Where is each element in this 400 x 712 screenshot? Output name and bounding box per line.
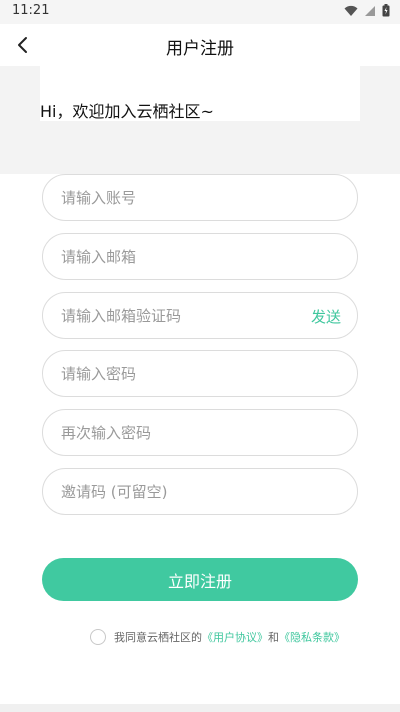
privacy-policy-link[interactable]: 《隐私条款》 — [279, 629, 345, 645]
greeting-text: Hi，欢迎加入云栖社区~ — [40, 102, 214, 121]
email-field — [42, 233, 358, 280]
wifi-icon — [344, 5, 358, 16]
password-field — [42, 350, 358, 397]
account-field — [42, 174, 358, 221]
agreement-conjunction: 和 — [268, 631, 279, 644]
password-input[interactable] — [61, 351, 301, 396]
status-time: 11:21 — [12, 3, 50, 18]
email-code-input[interactable] — [61, 293, 301, 338]
account-input[interactable] — [61, 175, 301, 220]
email-code-field: 发送 — [42, 292, 358, 339]
battery-icon — [382, 4, 390, 17]
email-input[interactable] — [61, 234, 301, 279]
user-agreement-link[interactable]: 《用户协议》 — [202, 629, 268, 645]
agreement-prefix: 我同意云栖社区的 — [114, 631, 202, 644]
confirm-password-input[interactable] — [61, 410, 301, 455]
invite-code-field — [42, 468, 358, 515]
send-code-button[interactable]: 发送 — [311, 306, 341, 327]
nav-bar — [0, 704, 400, 712]
welcome-banner: Hi，欢迎加入云栖社区~ — [0, 66, 400, 174]
register-button[interactable]: 立即注册 — [42, 558, 358, 601]
app-header: 用户注册 — [0, 24, 400, 66]
agree-checkbox[interactable] — [90, 629, 106, 645]
page-title: 用户注册 — [166, 39, 234, 59]
confirm-password-field — [42, 409, 358, 456]
agreement-row: 我同意云栖社区的 《用户协议》 和 《隐私条款》 — [90, 629, 345, 645]
signal-icon — [365, 5, 375, 16]
invite-code-input[interactable] — [61, 469, 301, 514]
status-bar: 11:21 — [0, 0, 400, 24]
status-icons — [344, 4, 390, 17]
